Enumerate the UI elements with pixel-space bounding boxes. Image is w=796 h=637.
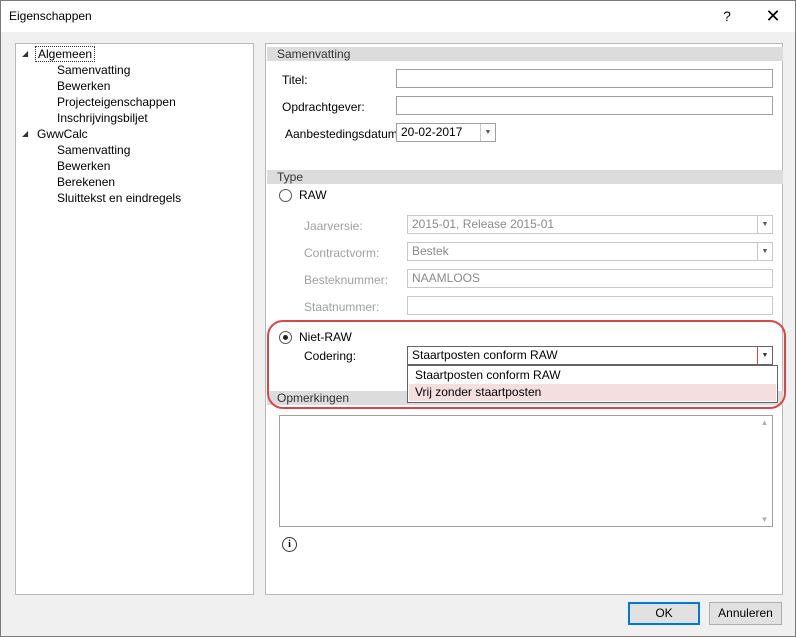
jaarversie-value: 2015-01, Release 2015-01 (412, 217, 555, 231)
tree-item-bewerken[interactable]: Bewerken (57, 78, 110, 94)
codering-value: Staartposten conform RAW (412, 348, 558, 362)
tender-date-picker[interactable]: 20-02-2017 ▼ (396, 123, 496, 142)
besteknummer-label: Besteknummer: (304, 273, 389, 287)
info-icon[interactable]: i (282, 537, 297, 552)
tree-item-gww-samenvatting[interactable]: Samenvatting (57, 142, 130, 158)
chevron-down-icon[interactable]: ▼ (757, 347, 772, 364)
tree-item-projecteigenschappen[interactable]: Projecteigenschappen (57, 94, 176, 110)
properties-dialog: Eigenschappen ? ✕ ◢ Algemeen Samenvattin… (0, 0, 796, 637)
properties-panel: Samenvatting Titel: Opdrachtgever: Aanbe… (265, 43, 783, 595)
title-label: Titel: (282, 73, 308, 87)
tree-item-samenvatting[interactable]: Samenvatting (57, 62, 130, 78)
remarks-scrollbar[interactable]: ▲ ▼ (757, 416, 772, 526)
raw-radio[interactable] (279, 189, 292, 202)
tree-item-algemeen[interactable]: Algemeen (35, 46, 96, 62)
scroll-up-icon[interactable]: ▲ (757, 418, 772, 427)
expand-arrow-icon[interactable]: ◢ (22, 49, 28, 58)
title-bar: Eigenschappen ? ✕ (1, 1, 795, 32)
section-header-type: Type (267, 170, 783, 184)
codering-dropdown-list: Staartposten conform RAW Vrij zonder sta… (407, 365, 778, 403)
section-header-samenvatting: Samenvatting (267, 47, 783, 61)
tender-date-value: 20-02-2017 (401, 125, 463, 139)
staatnummer-input[interactable] (407, 296, 773, 315)
dropdown-option[interactable]: Vrij zonder staartposten (409, 384, 776, 401)
contractvorm-select[interactable]: Bestek ▼ (407, 242, 773, 261)
tree-item-gwwcalc[interactable]: GwwCalc (37, 126, 88, 142)
tree-item-gww-bewerken[interactable]: Bewerken (57, 158, 110, 174)
window-title: Eigenschappen (9, 9, 92, 23)
jaarversie-label: Jaarversie: (304, 219, 363, 233)
niet-raw-radio[interactable] (279, 331, 292, 344)
staatnummer-label: Staatnummer: (304, 300, 380, 314)
codering-select[interactable]: Staartposten conform RAW ▼ (407, 346, 773, 365)
client-label: Opdrachtgever: (282, 100, 365, 114)
navigation-tree: ◢ Algemeen Samenvatting Bewerken Project… (15, 43, 254, 595)
remarks-textarea[interactable]: ▲ ▼ (279, 415, 773, 527)
scroll-down-icon[interactable]: ▼ (757, 515, 772, 524)
help-button[interactable]: ? (707, 3, 747, 29)
tree-item-sluittekst[interactable]: Sluittekst en eindregels (57, 190, 181, 206)
ok-button[interactable]: OK (628, 602, 700, 625)
cancel-button[interactable]: Annuleren (709, 602, 782, 625)
chevron-down-icon: ▼ (757, 216, 772, 233)
expand-arrow-icon[interactable]: ◢ (22, 129, 28, 138)
title-input[interactable] (396, 69, 773, 88)
dropdown-option[interactable]: Staartposten conform RAW (409, 367, 776, 384)
raw-label: RAW (299, 188, 327, 202)
jaarversie-select[interactable]: 2015-01, Release 2015-01 ▼ (407, 215, 773, 234)
contractvorm-value: Bestek (412, 244, 449, 258)
tree-item-inschrijvingsbiljet[interactable]: Inschrijvingsbiljet (57, 110, 148, 126)
tree-item-berekenen[interactable]: Berekenen (57, 174, 115, 190)
client-input[interactable] (396, 96, 773, 115)
niet-raw-label: Niet-RAW (299, 330, 352, 344)
contractvorm-label: Contractvorm: (304, 246, 380, 260)
besteknummer-input[interactable]: NAAMLOOS (407, 269, 773, 288)
tender-date-label: Aanbestedingsdatum: (285, 127, 402, 141)
chevron-down-icon: ▼ (757, 243, 772, 260)
codering-label: Codering: (304, 349, 357, 363)
chevron-down-icon[interactable]: ▼ (480, 124, 495, 141)
close-button[interactable]: ✕ (753, 3, 793, 29)
